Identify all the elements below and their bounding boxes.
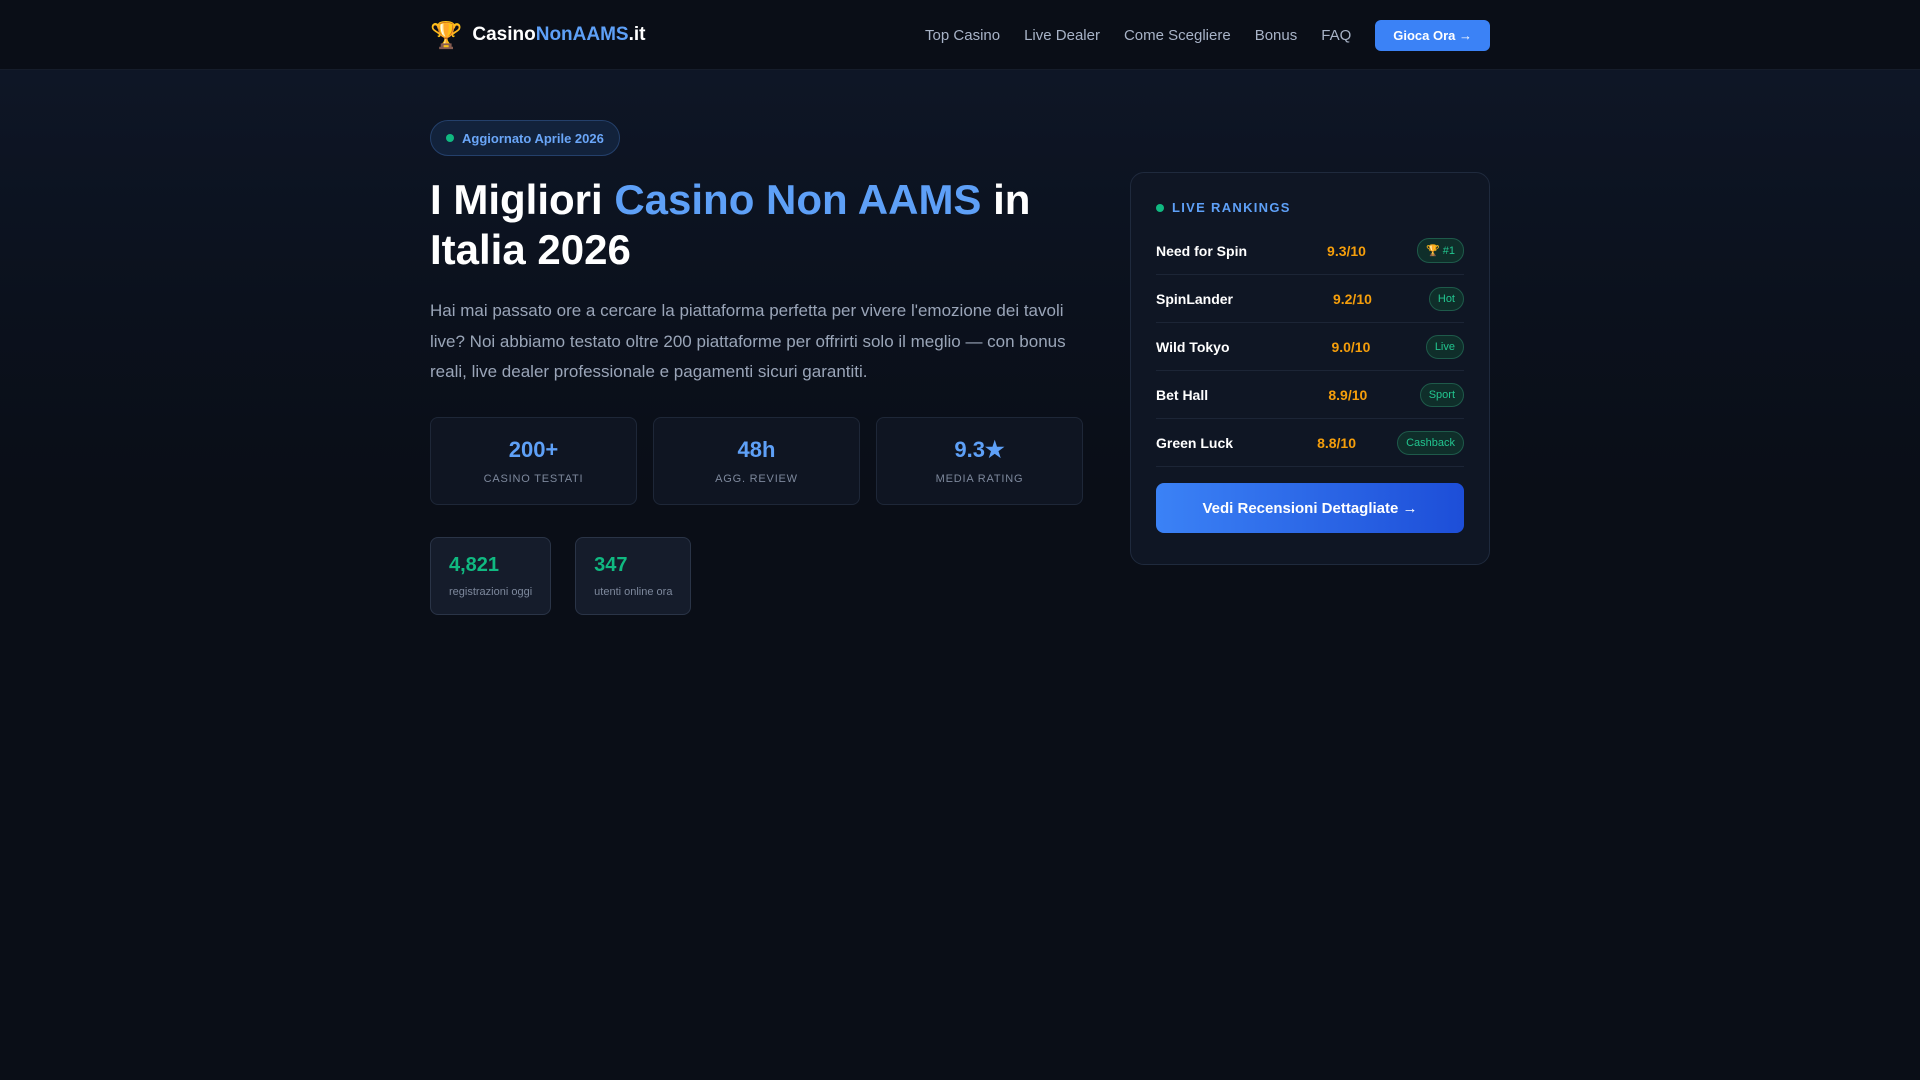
casino-tag: Cashback <box>1397 430 1464 455</box>
stat-card-review-update: 48h AGG. REVIEW <box>653 417 860 505</box>
rankings-header: LIVE RANKINGS <box>1156 200 1464 215</box>
stat-card-casino-tested: 200+ CASINO TESTATI <box>430 417 637 505</box>
logo-text-domain: .it <box>628 24 646 45</box>
trophy-icon: 🏆 <box>430 20 463 50</box>
page-title: I Migliori Casino Non AAMS in Italia 202… <box>430 175 1070 275</box>
casino-name: Bet Hall <box>1156 386 1209 403</box>
casino-name: Wild Tokyo <box>1156 338 1230 355</box>
live-dot-icon <box>1156 203 1164 212</box>
nav-live-dealer[interactable]: Live Dealer <box>1024 27 1100 44</box>
nav-come-scegliere[interactable]: Come Scegliere <box>1124 27 1231 44</box>
stat-label: CASINO TESTATI <box>483 473 584 485</box>
stat-value: 9.3★ <box>954 437 1005 462</box>
site-header: 🏆 CasinoNonAAMS.it Top Casino Live Deale… <box>0 0 1920 70</box>
ranking-row[interactable]: Bet Hall 8.9/10 Sport <box>1156 371 1464 419</box>
casino-name: SpinLander <box>1156 290 1234 307</box>
updated-badge: Aggiornato Aprile 2026 <box>430 120 620 156</box>
casino-name: Green Luck <box>1156 434 1234 451</box>
casino-score: 8.8/10 <box>1317 434 1356 451</box>
main-nav: Top Casino Live Dealer Come Scegliere Bo… <box>901 19 1490 51</box>
stat-value: 200+ <box>508 437 559 462</box>
updated-badge-label: Aggiornato Aprile 2026 <box>462 130 604 146</box>
detailed-reviews-button[interactable]: Vedi Recensioni Dettagliate → <box>1156 483 1464 533</box>
casino-tag: Live <box>1425 334 1464 359</box>
rankings-list: Need for Spin 9.3/10 🏆 #1 SpinLander 9.2… <box>1156 227 1464 467</box>
casino-score: 9.0/10 <box>1331 338 1371 355</box>
casino-tag: Sport <box>1419 382 1464 407</box>
stats-grid: 200+ CASINO TESTATI 48h AGG. REVIEW 9.3★… <box>430 417 1083 505</box>
ranking-row[interactable]: Wild Tokyo 9.0/10 Live <box>1156 323 1464 371</box>
play-now-button[interactable]: Gioca Ora → <box>1375 19 1490 51</box>
casino-score: 8.9/10 <box>1328 386 1368 403</box>
live-stat-online-users: 347 utenti online ora <box>575 537 692 615</box>
logo-text-nonaams: NonAAMS <box>535 24 629 45</box>
stat-label: AGG. REVIEW <box>715 473 798 485</box>
logo-text: CasinoNonAAMS.it <box>472 24 645 46</box>
casino-tag: Hot <box>1428 286 1464 311</box>
header-inner: 🏆 CasinoNonAAMS.it Top Casino Live Deale… <box>430 0 1490 70</box>
title-highlight: Casino Non AAMS <box>614 176 982 223</box>
title-part1: I Migliori <box>430 176 615 223</box>
status-dot-icon <box>446 134 454 142</box>
stat-card-average-rating: 9.3★ MEDIA RATING <box>876 417 1083 505</box>
live-stat-value: 347 <box>594 554 628 576</box>
live-stat-registrations: 4,821 registrazioni oggi <box>430 537 552 615</box>
nav-top-casino[interactable]: Top Casino <box>925 27 1000 44</box>
ranking-row[interactable]: SpinLander 9.2/10 Hot <box>1156 275 1464 323</box>
live-stat-label: registrazioni oggi <box>449 586 533 598</box>
casino-score: 9.3/10 <box>1327 242 1366 259</box>
ranking-row[interactable]: Green Luck 8.8/10 Cashback <box>1156 419 1464 467</box>
rankings-title: LIVE RANKINGS <box>1172 200 1291 215</box>
live-stat-label: utenti online ora <box>594 586 673 598</box>
nav-faq[interactable]: FAQ <box>1321 27 1351 44</box>
live-stats: 4,821 registrazioni oggi 347 utenti onli… <box>430 537 692 615</box>
hero-intro: Hai mai passato ore a cercare la piattaf… <box>430 301 1066 381</box>
stat-label: MEDIA RATING <box>935 473 1024 485</box>
casino-tag: 🏆 #1 <box>1417 238 1464 263</box>
stat-value: 48h <box>737 437 776 462</box>
site-logo[interactable]: 🏆 CasinoNonAAMS.it <box>430 22 646 48</box>
ranking-row[interactable]: Need for Spin 9.3/10 🏆 #1 <box>1156 227 1464 275</box>
live-stat-value: 4,821 <box>449 554 500 576</box>
casino-score: 9.2/10 <box>1332 290 1372 307</box>
live-rankings-panel: LIVE RANKINGS Need for Spin 9.3/10 🏆 #1 … <box>1130 172 1490 565</box>
logo-text-casino: Casino <box>472 24 536 45</box>
casino-name: Need for Spin <box>1156 242 1248 259</box>
nav-bonus[interactable]: Bonus <box>1255 27 1298 44</box>
